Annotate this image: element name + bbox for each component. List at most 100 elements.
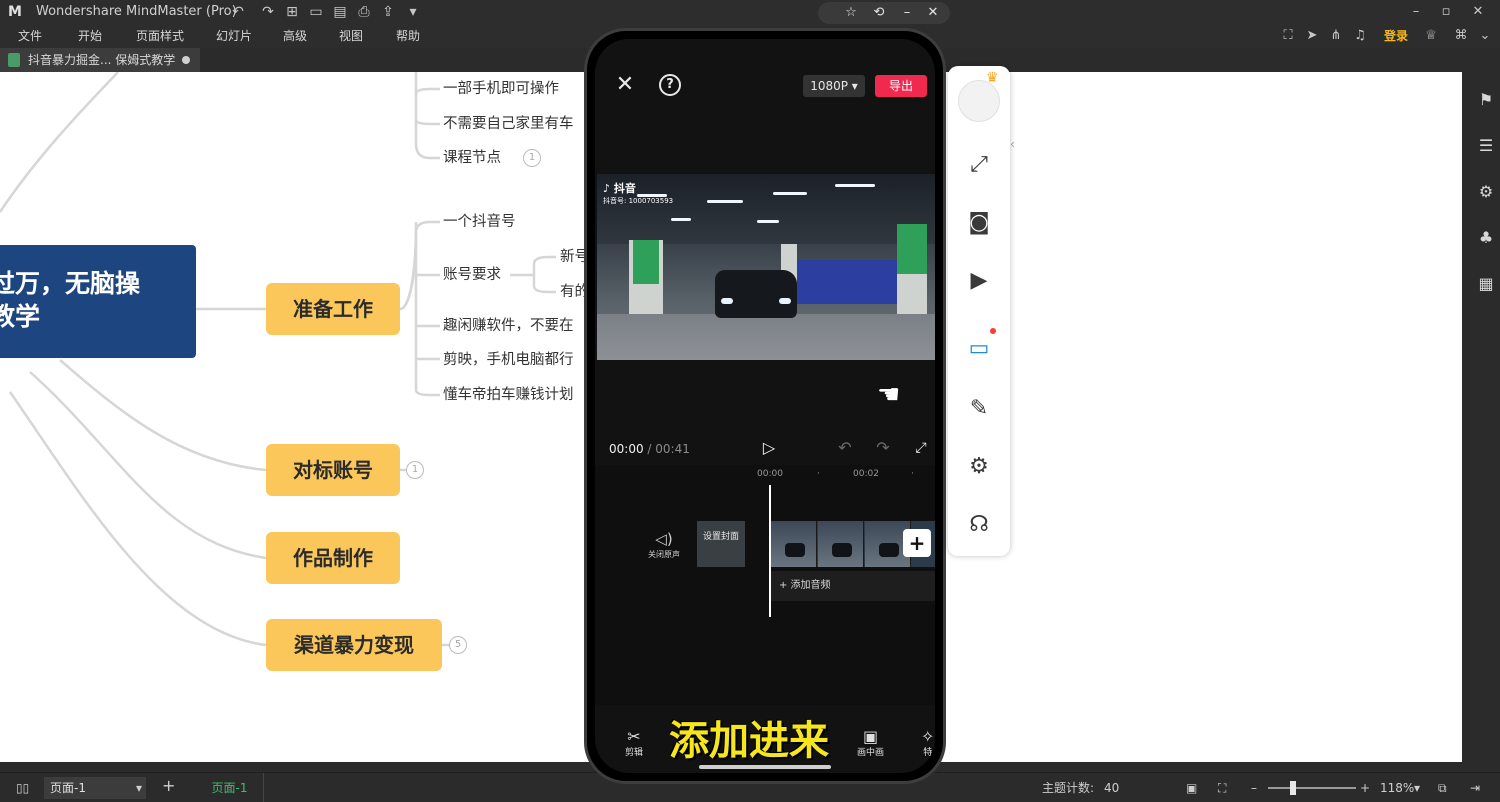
page-tab[interactable]: 页面-1 (196, 773, 264, 802)
redo-icon[interactable]: ↷ (257, 2, 279, 22)
page-panel-icon[interactable]: ▯▯ (16, 780, 29, 796)
close-icon[interactable]: ✕ (922, 3, 944, 23)
presentation-icon[interactable]: ⧉ (1438, 780, 1447, 796)
send-icon[interactable]: ➤ (1303, 27, 1321, 45)
zoom-out-button[interactable]: – (1251, 780, 1257, 796)
exit-fullscreen-icon[interactable]: ⇥ (1470, 780, 1480, 796)
branch-benchmark-account[interactable]: 对标账号 (266, 444, 400, 496)
minimize-icon[interactable]: – (1404, 2, 1428, 22)
leaf-capcut[interactable]: 剪映，手机电脑都行 (443, 351, 574, 369)
fit-page-icon[interactable]: ▣ (1186, 780, 1197, 796)
video-preview[interactable]: ♪ 抖音 抖音号: 1000703593 (597, 174, 935, 360)
branch-prep-work[interactable]: 准备工作 (266, 283, 400, 335)
bell-icon[interactable]: ♫ (1351, 27, 1369, 45)
maximize-icon[interactable]: ▫ (1434, 2, 1458, 22)
zoom-slider-track[interactable] (1268, 787, 1356, 789)
collapse-panel-icon[interactable]: ‹ (1010, 132, 1022, 156)
fit-screen-icon[interactable]: ⛶ (1218, 780, 1226, 796)
add-audio-button[interactable]: + 添加音频 (771, 571, 935, 601)
menu-slideshow[interactable]: 幻灯片 (216, 28, 252, 44)
help-icon[interactable]: ? (659, 74, 681, 96)
print-icon[interactable]: ⎙ (353, 2, 375, 22)
headset-icon[interactable]: ☊ (964, 510, 994, 540)
close-window-icon[interactable]: ✕ (1466, 2, 1490, 22)
outline-list-icon[interactable]: ☰ (1476, 136, 1496, 156)
ruler-tick: · (911, 469, 914, 479)
tool-cut[interactable]: ✂ 剪辑 (625, 727, 643, 759)
collapsed-count-badge[interactable]: 1 (406, 461, 424, 479)
theme-icon[interactable]: ♕ (1422, 27, 1440, 45)
redo-icon[interactable]: ↷ (873, 437, 893, 459)
zoom-level[interactable]: 118% (1380, 780, 1414, 796)
video-record-icon[interactable]: ▶ (964, 266, 994, 296)
leaf-quxianzhuan-app[interactable]: 趣闲赚软件，不要在 (443, 317, 574, 335)
share-icon[interactable]: ⋔ (1327, 27, 1345, 45)
collapsed-count-badge[interactable]: 5 (449, 636, 467, 654)
tool-effects-label: 特 (923, 748, 933, 758)
leaf-account-requirements[interactable]: 账号要求 (443, 266, 501, 284)
menu-file[interactable]: 文件 (18, 28, 42, 44)
set-cover-button[interactable]: 设置封面 (697, 521, 745, 567)
collapse-ribbon-icon[interactable]: ⌄ (1476, 27, 1494, 45)
pin-icon[interactable]: ☆ (840, 3, 862, 23)
leaf-course-nodes[interactable]: 课程节点 (443, 149, 501, 167)
leaf-one-phone[interactable]: 一部手机即可操作 (443, 80, 559, 98)
mute-original-button[interactable]: ◁) 关闭原声 (639, 529, 689, 561)
region-select-icon[interactable]: ⤢ (964, 150, 994, 180)
clipart-icon[interactable]: ♣ (1476, 228, 1496, 248)
export-button[interactable]: 导出 (875, 75, 927, 97)
fullscreen-icon[interactable]: ⤢ (911, 437, 931, 459)
menu-start[interactable]: 开始 (78, 28, 102, 44)
clip-thumbnail (771, 521, 817, 567)
undo-icon[interactable]: ↶ (835, 437, 855, 459)
collapsed-count-badge[interactable]: 1 (523, 149, 541, 167)
branch-channel-monetization[interactable]: 渠道暴力变现 (266, 619, 442, 671)
editing-timeline[interactable]: 00:00 · 00:02 · ◁) 关闭原声 设置封面 + + 添加音频 (595, 465, 935, 705)
leaf-dongchedi-plan[interactable]: 懂车帝拍车赚钱计划 (443, 386, 574, 404)
tool-picture-in-picture[interactable]: ▣ 画中画 (857, 727, 884, 759)
settings-gear-icon[interactable]: ⚙ (964, 452, 994, 482)
menu-help[interactable]: 帮助 (396, 28, 420, 44)
tool-effects[interactable]: ✧ 特 (921, 727, 934, 759)
export-icon[interactable]: ⇪ (377, 2, 399, 22)
unsaved-dot-icon[interactable] (182, 56, 190, 64)
home-indicator[interactable] (699, 765, 831, 769)
open-folder-icon[interactable]: ▭ (305, 2, 327, 22)
resolution-dropdown[interactable]: 1080P ▾ (803, 75, 865, 97)
format-brush-icon[interactable]: ⚑ (1476, 90, 1496, 110)
menu-view[interactable]: 视图 (339, 28, 363, 44)
leaf-no-car-needed[interactable]: 不需要自己家里有车 (443, 115, 574, 133)
branch-content-production[interactable]: 作品制作 (266, 532, 400, 584)
screen-record-icon[interactable]: ▭ (964, 334, 994, 364)
avatar[interactable] (958, 80, 1000, 122)
undo-icon[interactable]: ↶ (227, 2, 249, 22)
quick-access-dropdown-icon[interactable]: ▾ (402, 2, 424, 22)
close-icon[interactable]: ✕ (613, 73, 637, 97)
menu-advanced[interactable]: 高级 (283, 28, 307, 44)
page-select[interactable]: 页面-1 ▾ (44, 777, 146, 799)
new-file-icon[interactable]: ⊞ (281, 2, 303, 22)
rotate-icon[interactable]: ⟲ (868, 3, 890, 23)
zoom-in-button[interactable]: + (1360, 780, 1370, 796)
vertical-scrollbar[interactable] (1462, 72, 1472, 762)
page-select-value: 页面-1 (50, 781, 86, 795)
camera-icon[interactable]: ◙ (964, 208, 994, 238)
apps-icon[interactable]: ⌘ (1452, 27, 1470, 45)
menu-page-style[interactable]: 页面样式 (136, 28, 184, 44)
zoom-slider-handle[interactable] (1290, 781, 1296, 795)
fullscreen-icon[interactable]: ⛶ (1279, 27, 1297, 45)
save-icon[interactable]: ▤ (329, 2, 351, 22)
brush-icon[interactable]: ✎ (964, 394, 994, 424)
minimize-icon[interactable]: – (896, 3, 918, 23)
login-button[interactable]: 登录 (1384, 28, 1408, 44)
chevron-down-icon[interactable]: ▾ (1414, 780, 1420, 796)
root-topic[interactable]: 过万，无脑操 教学 (0, 245, 196, 358)
play-icon[interactable]: ▷ (759, 437, 779, 459)
task-calendar-icon[interactable]: ▦ (1476, 274, 1496, 294)
leaf-douyin-account[interactable]: 一个抖音号 (443, 213, 516, 231)
document-tab[interactable]: 抖音暴力掘金... 保姆式教学 (0, 48, 200, 72)
add-clip-button[interactable]: + (903, 529, 931, 557)
video-light (671, 218, 691, 221)
style-icon[interactable]: ⚙ (1476, 182, 1496, 202)
add-page-button[interactable]: + (162, 778, 175, 794)
